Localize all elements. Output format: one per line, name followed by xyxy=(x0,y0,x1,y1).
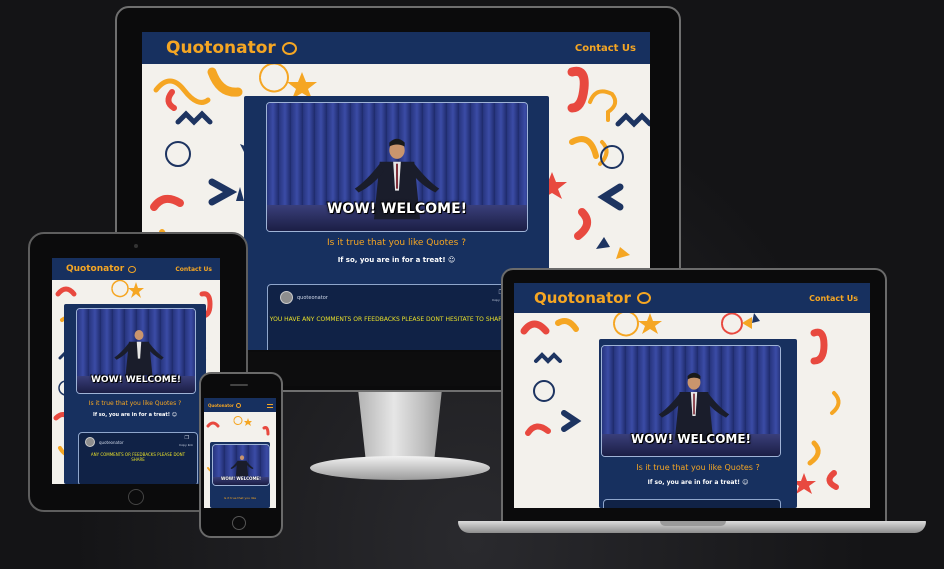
speech-bubble-icon xyxy=(235,402,241,408)
speech-bubble-icon xyxy=(128,265,137,273)
comment-username: quoteonator xyxy=(99,439,124,445)
laptop-notch xyxy=(660,521,726,526)
quotes-question: Is it true that you like Quotes ? xyxy=(88,400,182,407)
user-avatar xyxy=(280,291,293,304)
host-figure xyxy=(114,330,164,376)
site-navbar: Quotonator Contact Us xyxy=(142,32,650,64)
comment-widget[interactable]: quoteonator ❐ Copy link YOU HAVE ANY COM… xyxy=(267,284,509,350)
site-navbar: Quotonator xyxy=(204,398,276,412)
contact-link[interactable]: Contact Us xyxy=(575,43,636,54)
site-brand[interactable]: Quotonator xyxy=(166,38,297,58)
gif-caption: WOW! WELCOME! xyxy=(630,432,752,446)
quotes-invite: If so, you are in for a treat! ☺ xyxy=(647,479,749,486)
tablet-home-button[interactable] xyxy=(128,489,144,505)
site-brand[interactable]: Quotonator xyxy=(208,402,241,408)
comment-widget[interactable]: quoteonator ❐ Copy link ANY COMMENTS OR … xyxy=(78,432,198,484)
site-brand-label: Quotonator xyxy=(66,264,125,274)
phone-home-button[interactable] xyxy=(232,516,246,530)
site-brand[interactable]: Quotonator xyxy=(66,264,137,274)
quotes-question: Is it true that you like xyxy=(223,496,257,500)
tablet-camera xyxy=(134,244,138,248)
comment-message: ANY COMMENTS OR FEEDBACKS PLEASE DONT SH… xyxy=(90,452,186,462)
welcome-card: WOW! WELCOME! Is it true that you like xyxy=(210,442,270,508)
copy-link-label[interactable]: Copy link xyxy=(179,443,193,447)
comment-user: quoteonator xyxy=(85,437,124,447)
quotes-question: Is it true that you like Quotes ? xyxy=(327,238,466,248)
quotes-question: Is it true that you like Quotes ? xyxy=(636,463,760,472)
speech-bubble-icon xyxy=(281,41,297,55)
gif-caption: WOW! WELCOME! xyxy=(220,476,261,481)
site-brand-label: Quotonator xyxy=(166,38,276,58)
site-brand[interactable]: Quotonator xyxy=(534,289,651,307)
welcome-gif: WOW! WELCOME! xyxy=(266,102,528,232)
site-brand-label: Quotonator xyxy=(534,289,631,307)
copy-link-icon[interactable]: ❐ xyxy=(185,435,189,441)
contact-link[interactable]: Contact Us xyxy=(175,266,212,273)
phone-speaker xyxy=(230,384,248,386)
comment-message: YOU HAVE ANY COMMENTS OR FEEDBACKS PLEAS… xyxy=(269,316,507,323)
welcome-gif: WOW! WELCOME! xyxy=(76,308,196,394)
welcome-gif: WOW! WELCOME! xyxy=(601,345,781,457)
speech-bubble-icon xyxy=(636,292,651,304)
gif-caption: WOW! WELCOME! xyxy=(90,375,182,385)
site-brand-label: Quotonator xyxy=(208,402,234,408)
contact-link[interactable]: Contact Us xyxy=(809,294,858,303)
quotes-invite: If so, you are in for a treat! ☺ xyxy=(93,412,177,418)
comment-widget[interactable] xyxy=(603,499,781,508)
site-navbar: Quotonator Contact Us xyxy=(514,283,870,313)
quotes-invite: If so, you are in for a treat! ☺ xyxy=(337,256,456,264)
welcome-card: WOW! WELCOME! Is it true that you like Q… xyxy=(599,339,797,508)
gif-caption: WOW! WELCOME! xyxy=(326,201,468,217)
monitor-stand-base xyxy=(310,456,490,480)
welcome-gif: WOW! WELCOME! xyxy=(212,444,270,486)
site-navbar: Quotonator Contact Us xyxy=(52,258,220,280)
phone-screen: Quotonator WOW! WELCOME! Is it true that… xyxy=(204,398,276,508)
comment-username: quoteonator xyxy=(297,294,328,301)
comment-user: quoteonator xyxy=(280,291,328,304)
menu-icon[interactable] xyxy=(267,404,273,408)
laptop-screen: Quotonator Contact Us WOW! WELCOME! Is i… xyxy=(514,283,870,508)
user-avatar xyxy=(85,437,95,447)
tablet-screen: Quotonator Contact Us WOW! WELCOME! Is i… xyxy=(52,258,220,484)
